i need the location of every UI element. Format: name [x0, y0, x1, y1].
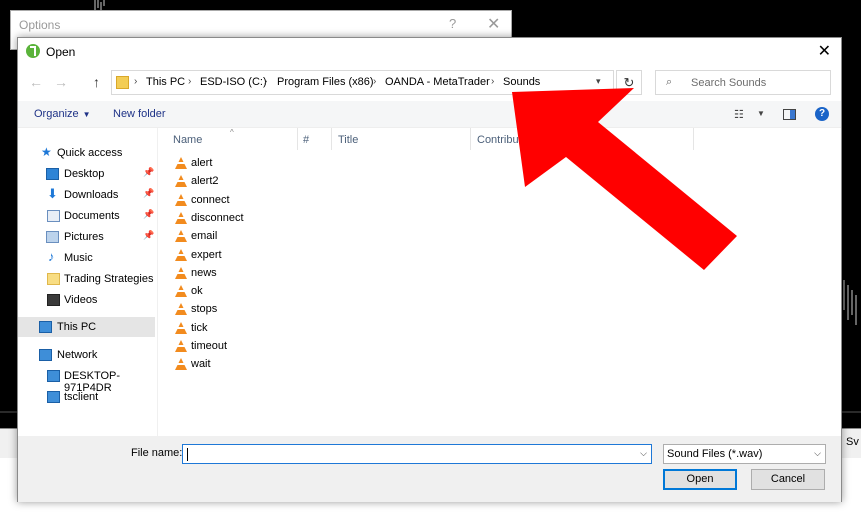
red-arrow-shape	[512, 88, 737, 270]
annotation-arrow	[512, 88, 737, 270]
